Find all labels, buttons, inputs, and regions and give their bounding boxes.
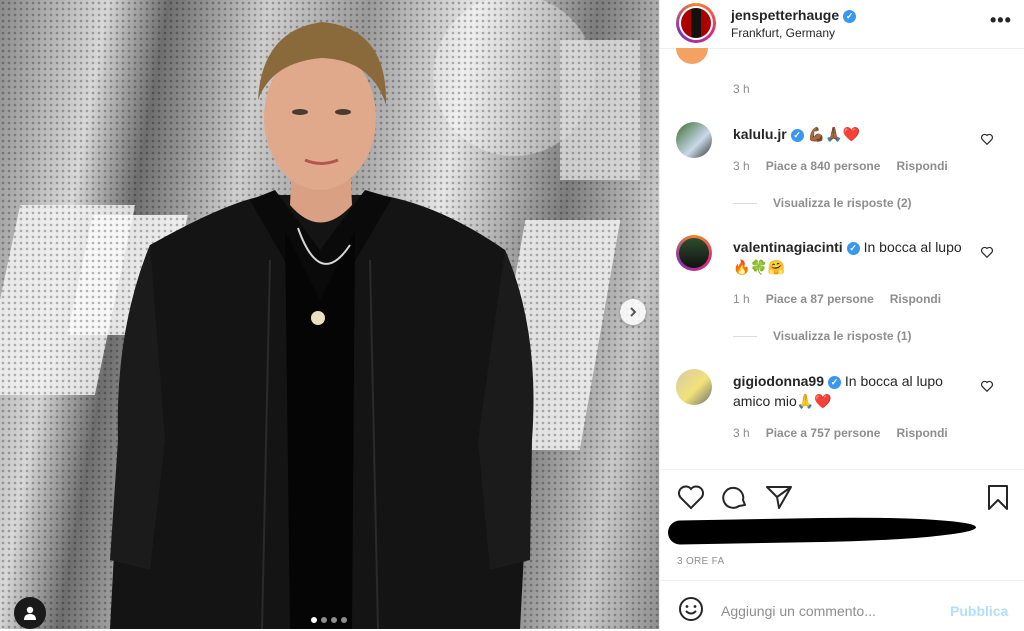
author-username-link[interactable]: jenspetterhauge ✓ [731, 7, 857, 23]
view-replies-button[interactable]: Visualizza le risposte (1) [733, 329, 912, 343]
tagged-users-button[interactable] [14, 597, 46, 629]
more-options-button[interactable]: ••• [990, 10, 1012, 31]
verified-badge-icon: ✓ [846, 242, 860, 255]
comment-time: 3 h [733, 159, 750, 173]
comment-time: 1 h [733, 292, 750, 306]
like-heart-icon[interactable] [677, 484, 705, 510]
verified-badge-icon: ✓ [828, 376, 841, 389]
verified-badge-icon: ✓ [790, 129, 804, 142]
view-replies-button[interactable]: Visualizza le risposte (2) [733, 196, 912, 210]
divider-line [733, 335, 757, 337]
share-paper-plane-icon[interactable] [765, 484, 793, 510]
comment-time: 3 h [733, 426, 750, 440]
post-sidebar: jenspetterhauge ✓ Frankfurt, Germany ••• … [659, 0, 1024, 629]
author-username[interactable]: jenspetterhauge [731, 7, 839, 23]
like-comment-heart-icon[interactable] [980, 132, 994, 146]
post-actions: 3 ORE FA Aggiungi un commento... Pubblic… [660, 469, 1024, 630]
post-comment-button[interactable]: Pubblica [950, 603, 1008, 619]
comment-meta: 1 h Piace a 87 persone Rispondi [733, 292, 941, 306]
carousel-dot [321, 617, 327, 623]
comment-meta: 3 h Piace a 757 persone Rispondi [733, 426, 948, 440]
post-location[interactable]: Frankfurt, Germany [731, 26, 835, 40]
commenter-avatar[interactable] [676, 235, 712, 271]
commenter-username[interactable]: gigiodonna99 [733, 373, 824, 389]
author-avatar[interactable] [676, 3, 716, 43]
person-figure [110, 22, 534, 629]
comment-likes[interactable]: Piace a 840 persone [766, 159, 881, 173]
previous-comment-avatar[interactable] [676, 48, 708, 64]
view-replies-label: Visualizza le risposte (2) [773, 196, 912, 210]
commenter-avatar[interactable] [676, 369, 712, 405]
comment-bubble-icon[interactable] [722, 484, 748, 510]
previous-comment-time: 3 h [733, 82, 750, 96]
comment-likes[interactable]: Piace a 757 persone [766, 426, 881, 440]
commenter-username[interactable]: kalulu.jr [733, 126, 787, 142]
next-photo-button[interactable] [620, 299, 646, 325]
comment-text: 💪🏾🙏🏾❤️ [807, 126, 860, 142]
post-timestamp[interactable]: 3 ORE FA [677, 556, 724, 567]
post-header: jenspetterhauge ✓ Frankfurt, Germany ••• [660, 0, 1024, 49]
carousel-dot [311, 617, 317, 623]
more-horizontal-icon: ••• [990, 10, 1012, 30]
verified-badge-icon: ✓ [843, 10, 857, 23]
post-photo[interactable] [0, 0, 659, 629]
carousel-dot [331, 617, 337, 623]
like-comment-heart-icon[interactable] [980, 379, 994, 393]
user-icon [24, 606, 36, 620]
commenter-avatar[interactable] [676, 122, 712, 158]
carousel-dot [341, 617, 347, 623]
reply-button[interactable]: Rispondi [896, 426, 947, 440]
chevron-right-icon [630, 307, 637, 317]
save-bookmark-icon[interactable] [986, 484, 1010, 511]
add-comment-bar: Aggiungi un commento... Pubblica [660, 580, 1024, 631]
comment-body: kalulu.jr ✓ 💪🏾🙏🏾❤️ [733, 124, 963, 144]
like-comment-heart-icon[interactable] [980, 245, 994, 259]
reply-button[interactable]: Rispondi [896, 159, 947, 173]
reply-button[interactable]: Rispondi [890, 292, 941, 306]
carousel-indicator [311, 617, 347, 623]
commenter-username[interactable]: valentinagiacinti [733, 239, 843, 255]
view-replies-label: Visualizza le risposte (1) [773, 329, 912, 343]
comment-body: gigiodonna99 ✓ In bocca al lupo amico mio… [733, 371, 963, 411]
comment-meta: 3 h Piace a 840 persone Rispondi [733, 159, 948, 173]
comment-body: valentinagiacinti ✓ In bocca al lupo 🔥🍀🤗 [733, 237, 963, 277]
emoji-smiley-icon[interactable] [678, 596, 704, 622]
divider-line [733, 202, 757, 204]
redacted-likes-count [667, 515, 977, 545]
comment-input[interactable]: Aggiungi un commento... [721, 603, 876, 619]
comment-likes[interactable]: Piace a 87 persone [766, 292, 874, 306]
